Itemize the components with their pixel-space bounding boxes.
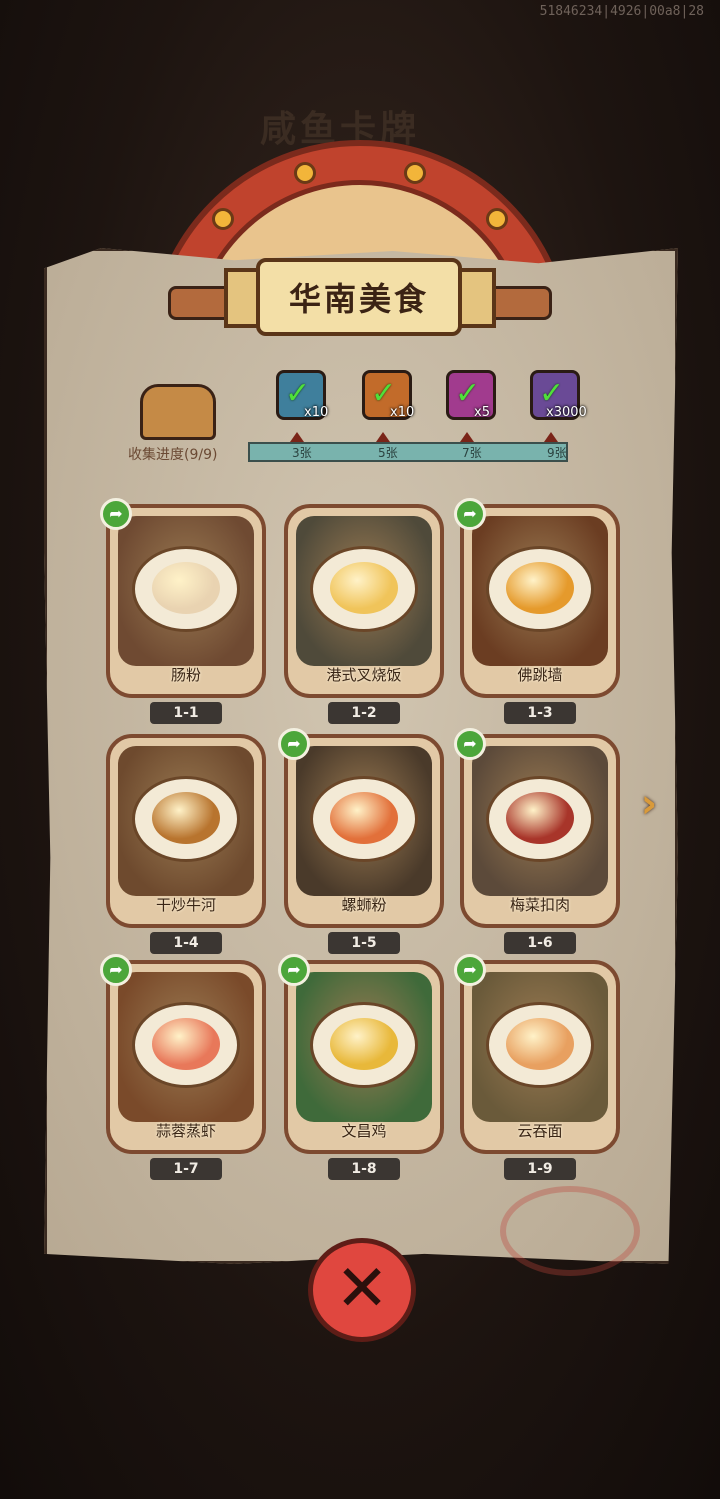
dish-name: 梅菜扣肉 [509,896,570,914]
milestone-marker [544,432,558,442]
food-illustration [330,1018,398,1070]
dish-name: 文昌鸡 [341,1122,387,1140]
card-number: 1-2 [328,702,400,724]
share-arrow-icon[interactable]: ➦ [100,498,132,530]
share-arrow-icon[interactable]: ➦ [454,728,486,760]
dish-card[interactable]: 文昌鸡 1-8 ➦ [278,954,444,1180]
dish-name: 蒜蓉蒸虾 [155,1122,216,1140]
share-arrow-icon[interactable]: ➦ [454,954,486,986]
dish-name: 港式叉烧饭 [326,666,402,684]
milestone-label: 7张 [462,446,482,460]
food-illustration [506,1018,574,1070]
close-icon: ✕ [335,1252,389,1326]
reward-count: x5 [474,405,490,420]
dish-card[interactable]: 干炒牛河 1-4 [106,734,266,954]
dish-illustration [472,746,608,896]
bolt-icon [486,208,508,230]
collection-progress-label: 收集进度(9/9) [128,447,218,463]
dish-illustration [472,516,608,666]
food-illustration [506,792,574,844]
dish-card[interactable]: 梅菜扣肉 1-6 ➦ [454,728,620,954]
panel-title: 华南美食 [256,258,462,336]
milestone-label: 9张 [547,446,567,460]
dish-card[interactable]: 佛跳墙 1-3 ➦ [454,498,620,724]
milestone-marker [376,432,390,442]
milestone-marker [460,432,474,442]
food-illustration [330,792,398,844]
share-arrow-icon[interactable]: ➦ [100,954,132,986]
share-arrow-icon[interactable]: ➦ [454,498,486,530]
card-number: 1-9 [504,1158,576,1180]
next-page-arrow-icon[interactable]: › [628,778,670,830]
dish-name: 云吞面 [517,1122,563,1140]
reward-count: x10 [390,405,415,420]
dish-name: 螺蛳粉 [341,896,387,914]
bolt-icon [212,208,234,230]
dish-card[interactable]: 肠粉 1-1 ➦ [100,498,266,724]
dish-card[interactable]: 港式叉烧饭 1-2 [284,504,444,724]
food-illustration [330,562,398,614]
food-illustration [506,562,574,614]
milestone-marker [290,432,304,442]
dish-illustration [118,746,254,896]
dish-illustration [296,972,432,1122]
dish-illustration [118,516,254,666]
dish-card[interactable]: 螺蛳粉 1-5 ➦ [278,728,444,954]
stamp-decoration [500,1186,640,1276]
dish-card[interactable]: 蒜蓉蒸虾 1-7 ➦ [100,954,266,1180]
dish-illustration [472,972,608,1122]
reward-count: x10 [304,405,329,420]
card-number: 1-1 [150,702,222,724]
food-illustration [152,562,220,614]
close-button[interactable]: ✕ [308,1238,416,1342]
bolt-icon [294,162,316,184]
card-number: 1-5 [328,932,400,954]
dish-name: 肠粉 [170,666,201,684]
debug-id-label: 51846234|4926|00a8|28 [539,4,704,19]
reward-count: x3000 [546,405,587,420]
milestone-label: 3张 [292,446,312,460]
dish-illustration [296,516,432,666]
food-illustration [152,792,220,844]
card-number: 1-4 [150,932,222,954]
card-stack-icon [140,384,216,440]
dish-illustration [296,746,432,896]
dish-card[interactable]: 云吞面 1-9 ➦ [454,954,620,1180]
dish-name: 干炒牛河 [155,896,216,914]
card-number: 1-6 [504,932,576,954]
share-arrow-icon[interactable]: ➦ [278,728,310,760]
card-number: 1-8 [328,1158,400,1180]
share-arrow-icon[interactable]: ➦ [278,954,310,986]
card-number: 1-7 [150,1158,222,1180]
bolt-icon [404,162,426,184]
dish-illustration [118,972,254,1122]
card-number: 1-3 [504,702,576,724]
dish-name: 佛跳墙 [517,666,563,684]
milestone-label: 5张 [378,446,398,460]
food-illustration [152,1018,220,1070]
